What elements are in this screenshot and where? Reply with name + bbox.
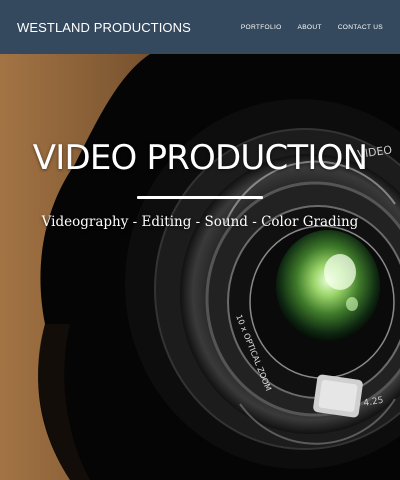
hero-overlay: VIDEO PRODUCTION Videography - Editing -… [0,54,400,480]
hero-divider [137,196,263,199]
hero-section: VIDEO 10 x OPTICAL ZOOM 4.25 VIDEO PRODU… [0,54,400,480]
nav-link-portfolio[interactable]: PORTFOLIO [241,24,282,31]
nav-link-contact-us[interactable]: CONTACT US [338,24,383,31]
hero-title: VIDEO PRODUCTION [32,138,368,178]
nav-links: PORTFOLIO ABOUT CONTACT US [241,24,383,31]
nav-link-about[interactable]: ABOUT [298,24,322,31]
brand-logo-link[interactable]: WESTLAND PRODUCTIONS [17,20,191,35]
hero-subtitle: Videography - Editing - Sound - Color Gr… [41,214,359,230]
top-navbar: WESTLAND PRODUCTIONS PORTFOLIO ABOUT CON… [0,0,400,54]
